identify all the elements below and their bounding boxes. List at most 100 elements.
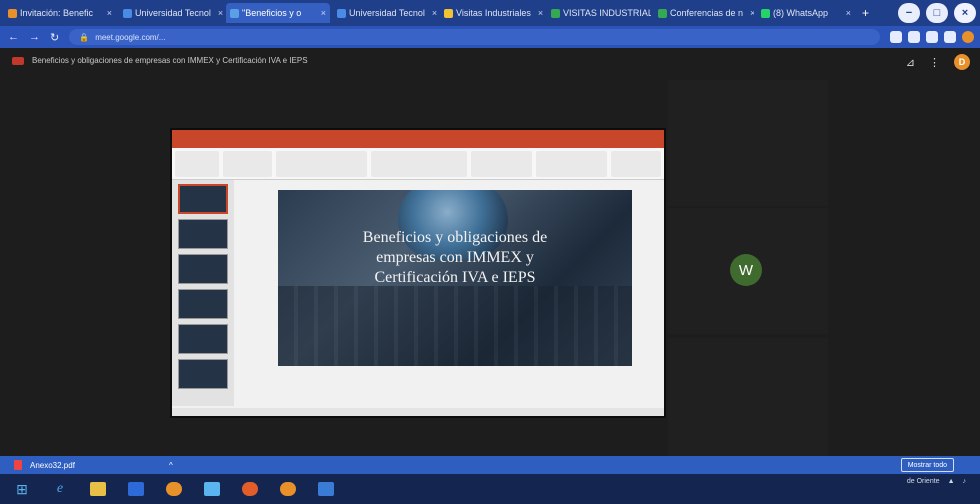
app-icon[interactable]	[312, 478, 340, 500]
network-icon[interactable]: ▲	[948, 478, 955, 485]
tab-close-icon[interactable]: ×	[317, 8, 326, 18]
new-tab-button[interactable]: +	[858, 3, 876, 23]
downloads-bar: Anexo32.pdf ^ Mostrar todo	[0, 456, 980, 474]
volume-icon[interactable]: ♪	[963, 478, 967, 485]
browser-tab[interactable]: Visitas Industriales ×	[440, 3, 544, 23]
profile-icon[interactable]	[944, 31, 956, 43]
url-text: meet.google.com/...	[95, 32, 166, 42]
slide-thumbnail	[178, 289, 228, 319]
slide-canvas: Beneficios y obligaciones de empresas co…	[278, 190, 632, 366]
powerpoint-status-bar	[172, 408, 664, 416]
url-field[interactable]: 🔒 meet.google.com/...	[69, 29, 880, 45]
browser-tab-active[interactable]: "Beneficios y o ×	[226, 3, 330, 23]
slide-thumbnail	[178, 359, 228, 389]
ribbon-group	[611, 151, 661, 177]
browser-tab[interactable]: Universidad Tecnol ×	[119, 3, 223, 23]
slide-title-line: empresas con IMMEX y	[376, 249, 534, 266]
tab-close-icon[interactable]: ×	[746, 8, 754, 18]
tab-favicon-icon	[123, 8, 132, 18]
browser-tab[interactable]: Universidad Tecnol ×	[333, 3, 437, 23]
tab-label: (8) WhatsApp	[773, 8, 829, 18]
tab-close-icon[interactable]: ×	[103, 8, 112, 18]
bookmark-icon[interactable]	[908, 31, 920, 43]
participant-tile: W	[668, 208, 828, 334]
tab-label: Visitas Industriales	[456, 8, 531, 18]
tab-label: VISITAS INDUSTRIALE	[563, 8, 651, 18]
slide-title-line: Beneficios y obligaciones de	[362, 229, 548, 246]
tab-favicon-icon	[8, 8, 17, 18]
tab-favicon-icon	[551, 8, 560, 18]
tab-label: "Beneficios y o	[242, 8, 302, 18]
participant-tile	[668, 338, 828, 462]
maximize-button[interactable]: □	[926, 3, 948, 23]
new-tab-icon: +	[862, 6, 870, 20]
browser-tab-bar: Invitación: Benefic × Universidad Tecnol…	[0, 0, 980, 26]
app-icon[interactable]	[198, 478, 226, 500]
tab-favicon-icon	[337, 8, 346, 18]
presentation-title: Beneficios y obligaciones de empresas co…	[32, 56, 308, 65]
tab-favicon-icon	[761, 8, 770, 18]
browser-tab[interactable]: (8) WhatsApp ×	[757, 3, 855, 23]
account-avatar-icon[interactable]	[962, 31, 974, 43]
powerpoint-ribbon-tabs	[172, 140, 664, 148]
lock-icon: 🔒	[79, 32, 90, 42]
download-options-icon[interactable]: ^	[169, 461, 173, 470]
tab-favicon-icon	[444, 8, 453, 18]
powerpoint-ribbon	[172, 148, 664, 180]
app-icon[interactable]	[122, 478, 150, 500]
tab-favicon-icon	[230, 8, 239, 18]
layout-icon[interactable]: ⊿	[906, 56, 915, 69]
internet-explorer-icon[interactable]: e	[46, 478, 74, 500]
slide-thumbnail	[178, 324, 228, 354]
ribbon-group	[371, 151, 467, 177]
tab-close-icon[interactable]: ×	[428, 8, 437, 18]
slide-thumbnails	[172, 180, 234, 406]
browser-tab[interactable]: VISITAS INDUSTRIALE ×	[547, 3, 651, 23]
ribbon-group	[276, 151, 368, 177]
window-controls: − □ ×	[898, 3, 976, 23]
ribbon-group	[222, 151, 273, 177]
powerpoint-title-bar	[172, 130, 664, 140]
shared-screen: Beneficios y obligaciones de empresas co…	[170, 128, 666, 418]
chrome-icon[interactable]	[160, 478, 188, 500]
extensions-puzzle-icon[interactable]	[926, 31, 938, 43]
windows-taskbar: ⊞ e de Oriente ▲ ♪	[0, 474, 980, 504]
browser-tab[interactable]: Conferencias de n ×	[654, 3, 754, 23]
ribbon-group	[536, 151, 608, 177]
tab-close-icon[interactable]: ×	[534, 8, 543, 18]
show-all-downloads-button[interactable]: Mostrar todo	[900, 458, 954, 472]
tab-label: Universidad Tecnol	[135, 8, 211, 18]
slide-thumbnail	[178, 184, 228, 214]
close-window-button[interactable]: ×	[954, 3, 976, 23]
participant-tile	[668, 80, 828, 206]
minimize-button[interactable]: −	[898, 3, 920, 23]
system-tray: de Oriente ▲ ♪	[907, 478, 974, 485]
tab-label: Invitación: Benefic	[20, 8, 94, 18]
meet-stage: Beneficios y obligaciones de empresas co…	[0, 48, 980, 462]
participant-avatar: W	[730, 254, 762, 286]
forward-icon[interactable]: →	[29, 31, 40, 43]
windows-start-icon[interactable]: ⊞	[8, 478, 36, 500]
reload-icon[interactable]: ↻	[50, 31, 59, 44]
chrome-icon[interactable]	[236, 478, 264, 500]
meet-top-controls: ⊿ ⋮ D	[906, 54, 970, 70]
tab-close-icon[interactable]: ×	[214, 8, 223, 18]
back-icon[interactable]: ←	[8, 31, 19, 43]
tab-favicon-icon	[658, 8, 667, 18]
slide-thumbnail	[178, 219, 228, 249]
pdf-file-icon	[14, 460, 22, 470]
tab-label: Universidad Tecnol	[349, 8, 425, 18]
slide-title-line: Certificación IVA e IEPS	[374, 269, 536, 286]
file-explorer-icon[interactable]	[84, 478, 112, 500]
ribbon-group	[175, 151, 219, 177]
tray-text: de Oriente	[906, 478, 940, 485]
chrome-icon[interactable]	[274, 478, 302, 500]
browser-toolbar-icons	[890, 31, 980, 43]
browser-tab[interactable]: Invitación: Benefic ×	[4, 3, 116, 23]
tab-close-icon[interactable]: ×	[842, 8, 851, 18]
extension-icon[interactable]	[890, 31, 902, 43]
presentation-header: Beneficios y obligaciones de empresas co…	[12, 56, 308, 65]
slide-thumbnail	[178, 254, 228, 284]
more-options-icon[interactable]: ⋮	[929, 56, 940, 69]
download-file-name[interactable]: Anexo32.pdf	[30, 461, 75, 470]
